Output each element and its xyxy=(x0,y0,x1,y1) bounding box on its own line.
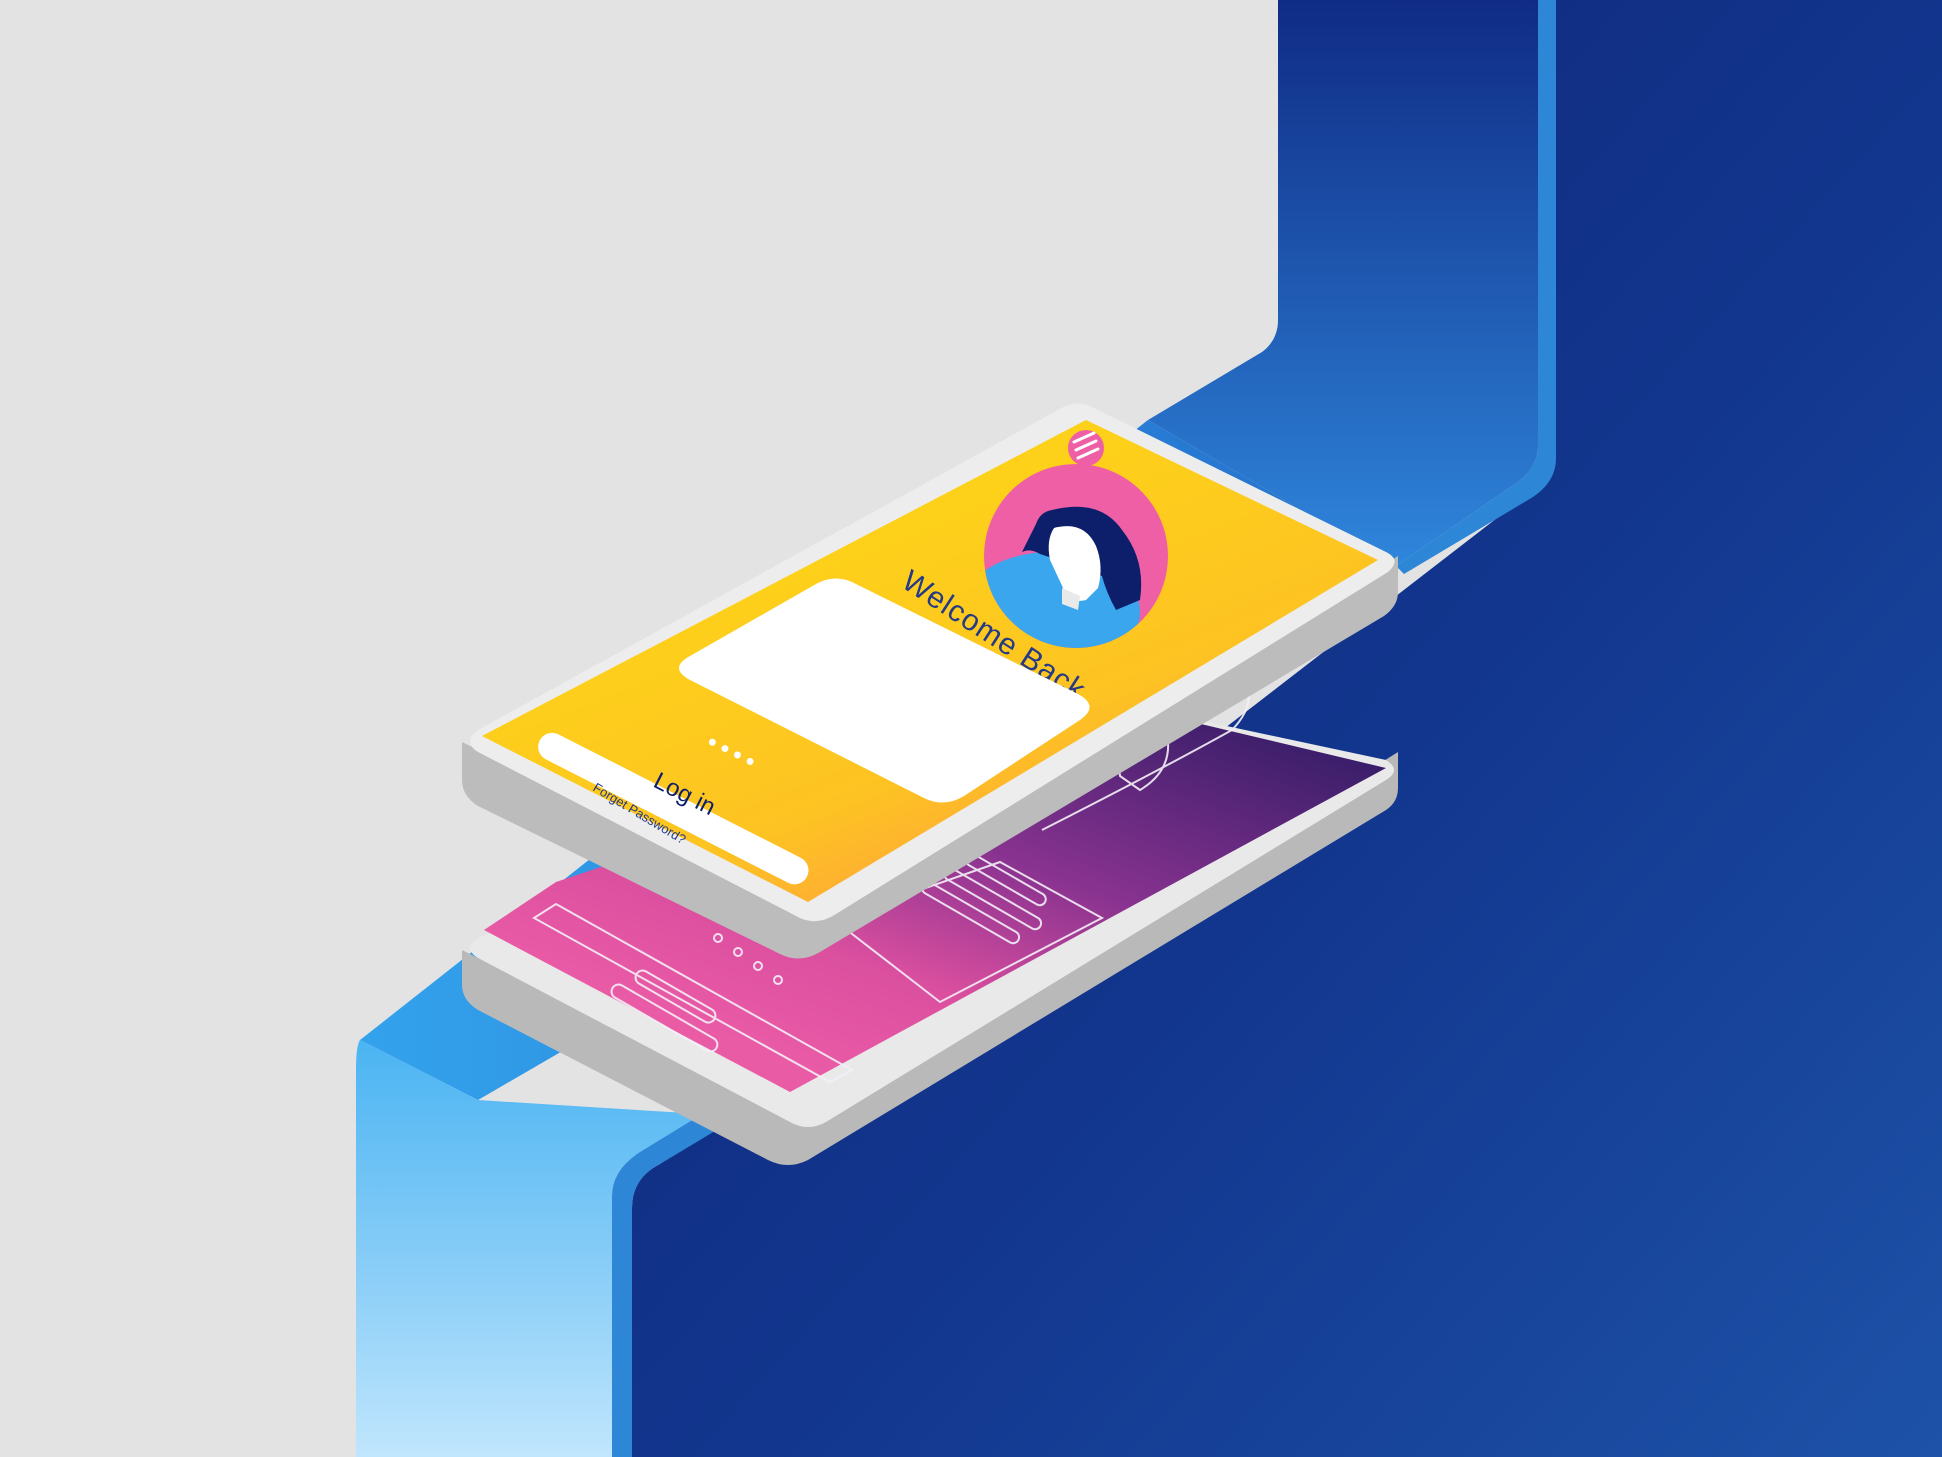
hamburger-menu-icon[interactable] xyxy=(1068,430,1104,466)
isometric-illustration: Welcome Back ● ● ● ● Log in Forget Passw… xyxy=(0,0,1942,1457)
